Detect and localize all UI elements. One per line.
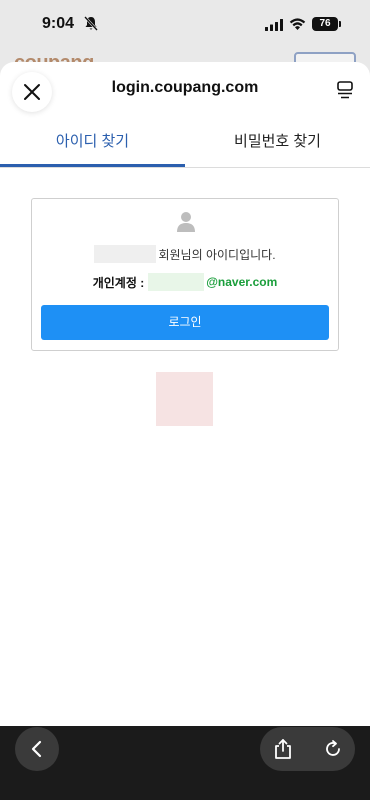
redacted-name xyxy=(94,245,157,263)
account-line: 개인계정 : @naver.com xyxy=(32,273,338,291)
status-bar: 9:04 76 xyxy=(0,0,370,50)
page-menu-icon xyxy=(337,81,353,99)
share-icon xyxy=(275,739,291,759)
result-card: 회원님의 아이디입니다. 개인계정 : @naver.com 로그인 xyxy=(31,198,339,351)
result-message: 회원님의 아이디입니다. xyxy=(32,245,338,263)
battery-indicator: 76 xyxy=(312,17,341,31)
find-tabs: 아이디 찾기 비밀번호 찾기 xyxy=(0,118,370,168)
back-button[interactable] xyxy=(15,727,59,771)
account-label: 개인계정 : xyxy=(92,275,145,290)
result-message-text: 회원님의 아이디입니다. xyxy=(158,247,276,262)
wifi-icon xyxy=(289,18,306,30)
reload-icon xyxy=(326,740,340,756)
action-pill xyxy=(260,727,355,771)
email-domain: @naver.com xyxy=(206,275,278,289)
page-menu-button[interactable] xyxy=(334,78,356,102)
signal-icon xyxy=(265,19,283,31)
faded-banner xyxy=(156,372,213,426)
status-time: 9:04 xyxy=(42,15,75,32)
login-button[interactable]: 로그인 xyxy=(41,305,329,340)
bell-off-icon xyxy=(84,16,98,31)
bottom-toolbar xyxy=(0,726,370,800)
page-url: login.coupang.com xyxy=(111,79,259,96)
reload-button[interactable] xyxy=(320,736,346,762)
browser-sheet: login.coupang.com 아이디 찾기 비밀번호 찾기 회원님의 아이… xyxy=(0,62,370,726)
redacted-email-id xyxy=(148,273,205,291)
sheet-header: login.coupang.com xyxy=(0,62,370,118)
person-icon xyxy=(177,212,195,232)
chevron-left-icon xyxy=(31,740,42,758)
share-button[interactable] xyxy=(270,736,296,762)
tab-find-password[interactable]: 비밀번호 찾기 xyxy=(185,118,370,167)
tab-find-id[interactable]: 아이디 찾기 xyxy=(0,118,185,167)
